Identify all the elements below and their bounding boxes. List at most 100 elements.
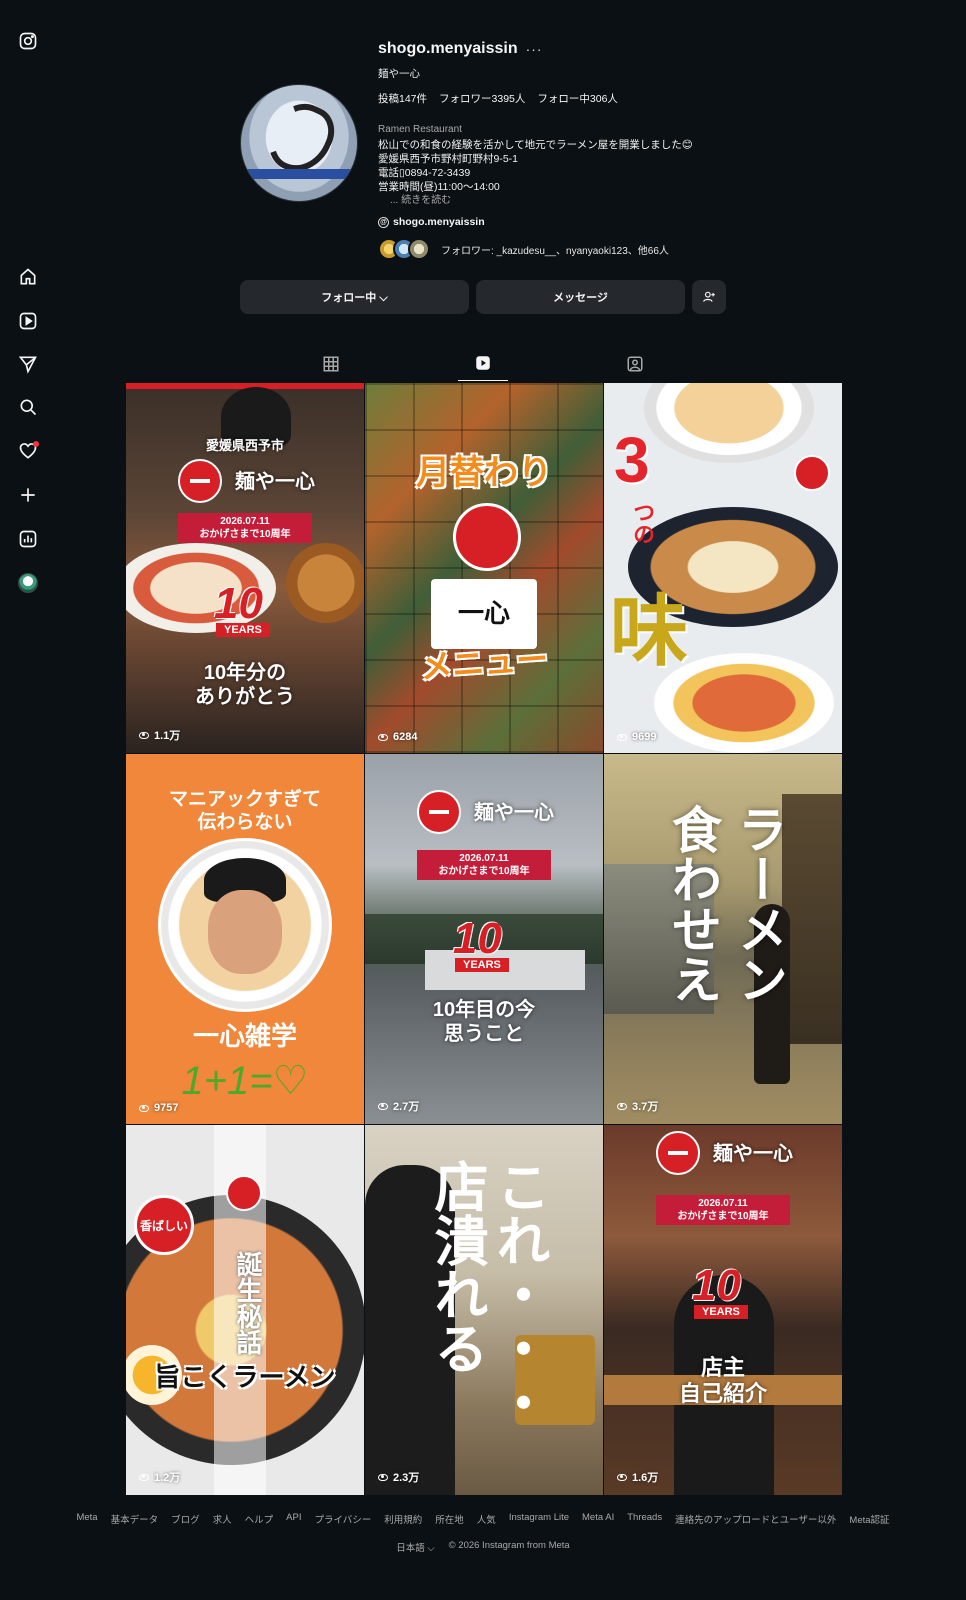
create-icon[interactable] <box>17 484 39 506</box>
direct-icon[interactable] <box>17 353 39 375</box>
instagram-icon[interactable] <box>17 30 39 52</box>
footer-link-terms[interactable]: 利用規約 <box>384 1512 422 1526</box>
view-count-value: 9699 <box>632 731 657 743</box>
followed-by[interactable]: フォロワー: _kazudesu__、nyanyaoki123、他66人 <box>378 238 798 260</box>
bio-line: 松山での和食の経験を活かして地元でラーメン屋を開業しました😊 <box>378 139 693 151</box>
tile-date: 2026.07.11 <box>459 853 509 864</box>
tile-ten: 10 <box>214 579 263 628</box>
footer-link-threads[interactable]: Threads <box>627 1512 662 1526</box>
footer-link-privacy[interactable]: プライバシー <box>314 1512 371 1526</box>
view-count-value: 1.6万 <box>632 1472 659 1484</box>
search-icon[interactable] <box>17 396 39 418</box>
footer-link-blog[interactable]: ブログ <box>171 1512 200 1526</box>
username: shogo.menyaissin <box>378 40 518 57</box>
tile-small-text: つの <box>630 501 655 545</box>
reel-tile[interactable]: ラーメン 食わせえ 3.7万 <box>604 754 842 1124</box>
reels-tab-icon <box>476 356 490 370</box>
reel-tile[interactable]: 麺や一心 2026.07.11 おかげさまで10周年 10 YEARS 10年目… <box>365 754 603 1124</box>
view-count-value: 1.2万 <box>154 1472 181 1484</box>
footer-link-meta-ai[interactable]: Meta AI <box>582 1512 614 1526</box>
reel-tile[interactable]: これ・・・ 店潰れる 2.3万 <box>365 1125 603 1495</box>
tile-ten: 10 <box>453 914 502 963</box>
footer-link-popular[interactable]: 人気 <box>477 1512 496 1526</box>
bio-line: 営業時間(昼)11:00〜14:00 <box>378 181 500 193</box>
view-count: 9757 <box>139 1102 178 1114</box>
view-count: 2.7万 <box>378 1098 419 1114</box>
footer-link-help[interactable]: ヘルプ <box>245 1512 274 1526</box>
grid-icon <box>323 356 339 371</box>
reel-tile[interactable]: 誕生秘話 香ばしい 旨こくラーメン 1.2万 <box>126 1125 364 1495</box>
tile-ten: 10 <box>692 1261 741 1310</box>
posts-count: 投稿147件 <box>378 93 428 105</box>
posts-tab[interactable] <box>306 346 356 381</box>
tile-anniversary: おかげさまで10周年 <box>199 529 291 540</box>
reel-tile[interactable]: マニアックすぎて 伝わらない 一心雑学 1+1=♡ 9757 <box>126 754 364 1124</box>
issin-logo <box>226 1175 262 1211</box>
reel-tile[interactable]: 月替わり 一心 メニュー 6284 <box>365 383 603 753</box>
tile-big-text: 味 <box>610 587 689 675</box>
following-button[interactable]: フォロー中 ⌵ <box>240 280 469 314</box>
tile-brand: 麺や一心 <box>474 802 554 824</box>
tagged-icon <box>627 356 643 371</box>
bio-read-more[interactable]: ... 続きを読む <box>390 194 798 208</box>
full-name: 麺や一心 <box>378 68 420 80</box>
footer-link-jobs[interactable]: 求人 <box>213 1512 232 1526</box>
message-button[interactable]: メッセージ <box>476 280 685 314</box>
language-selector[interactable]: 日本語 ⌵ <box>396 1540 434 1554</box>
heart-icon[interactable] <box>17 440 39 462</box>
tile-vertical-text: 誕生秘話 <box>233 1251 263 1355</box>
reel-tile[interactable]: 3 つの 味 9699 <box>604 383 842 753</box>
add-person-icon <box>703 291 715 302</box>
sidebar <box>0 0 58 1600</box>
copyright: © 2026 Instagram from Meta <box>448 1540 570 1551</box>
tile-date-badge: 2026.07.11 おかげさまで10周年 <box>178 513 312 543</box>
view-count-value: 1.1万 <box>154 730 181 742</box>
view-count-value: 2.7万 <box>393 1101 420 1113</box>
footer-link-api[interactable]: API <box>286 1512 301 1526</box>
tile-date-badge: 2026.07.11 おかげさまで10周年 <box>417 850 551 880</box>
footer-bottom: 日本語 ⌵ © 2026 Instagram from Meta <box>0 1540 966 1554</box>
tile-years: YEARS <box>455 958 509 972</box>
view-count-value: 2.3万 <box>393 1472 420 1484</box>
footer-link-locations[interactable]: 所在地 <box>435 1512 464 1526</box>
home-icon[interactable] <box>17 266 39 288</box>
tile-caption: 旨こくラーメン <box>154 1362 336 1392</box>
footer-link-meta-verified[interactable]: Meta認証 <box>849 1512 889 1526</box>
tile-shio-bowl <box>644 383 814 463</box>
bio: 松山での和食の経験を活かして地元でラーメン屋を開業しました😊 愛媛県西予市野村町… <box>378 138 798 208</box>
eye-icon <box>617 733 627 741</box>
tile-scribble: 1+1=♡ <box>181 1059 309 1103</box>
footer-link-contact-upload[interactable]: 連絡先のアップロードとユーザー以外 <box>675 1512 836 1526</box>
reel-tile[interactable]: 麺や一心 2026.07.11 おかげさまで10周年 10 YEARS 店主 自… <box>604 1125 842 1495</box>
tile-caption: 10年目の今 思うこと <box>432 999 536 1045</box>
threads-link[interactable]: @ shogo.menyaissin <box>378 216 798 228</box>
more-options-icon[interactable]: ··· <box>526 41 543 57</box>
view-count: 9699 <box>617 731 656 743</box>
profile-avatar-mini <box>18 573 38 593</box>
reel-tile[interactable]: 愛媛県西予市 麺や一心 2026.07.11 おかげさまで10周年 10 YEA… <box>126 383 364 753</box>
suggest-people-button[interactable] <box>692 280 726 314</box>
view-count-value: 6284 <box>393 731 418 743</box>
tagged-tab[interactable] <box>610 346 660 381</box>
tile-col2: 食わせえ <box>665 804 721 1004</box>
footer-link-lite[interactable]: Instagram Lite <box>509 1512 569 1526</box>
tile-caption: 店主 自己紹介 <box>678 1355 767 1406</box>
profile-icon[interactable] <box>17 572 39 594</box>
tile-col1: これ・・・ <box>488 1159 548 1429</box>
eye-icon <box>617 1473 627 1481</box>
view-count: 2.3万 <box>378 1469 419 1485</box>
profile-avatar[interactable] <box>240 84 358 202</box>
followers-count[interactable]: フォロワー3395人 <box>439 91 525 106</box>
reels-icon[interactable] <box>17 310 39 332</box>
footer-link-about[interactable]: 基本データ <box>111 1512 159 1526</box>
insights-icon[interactable] <box>17 528 39 550</box>
follower-avatar <box>408 238 430 260</box>
footer-link-meta[interactable]: Meta <box>76 1512 97 1526</box>
tile-years: YEARS <box>694 1305 748 1319</box>
reels-tab[interactable] <box>458 346 508 381</box>
tile-date: 2026.07.11 <box>698 1198 748 1209</box>
tile-caption: 一心雑学 <box>192 1021 297 1051</box>
tile-brand: 麺や一心 <box>235 471 315 493</box>
profile-info: shogo.menyaissin ··· 麺や一心 投稿147件 フォロワー33… <box>378 38 798 260</box>
following-count[interactable]: フォロー中306人 <box>537 91 618 106</box>
